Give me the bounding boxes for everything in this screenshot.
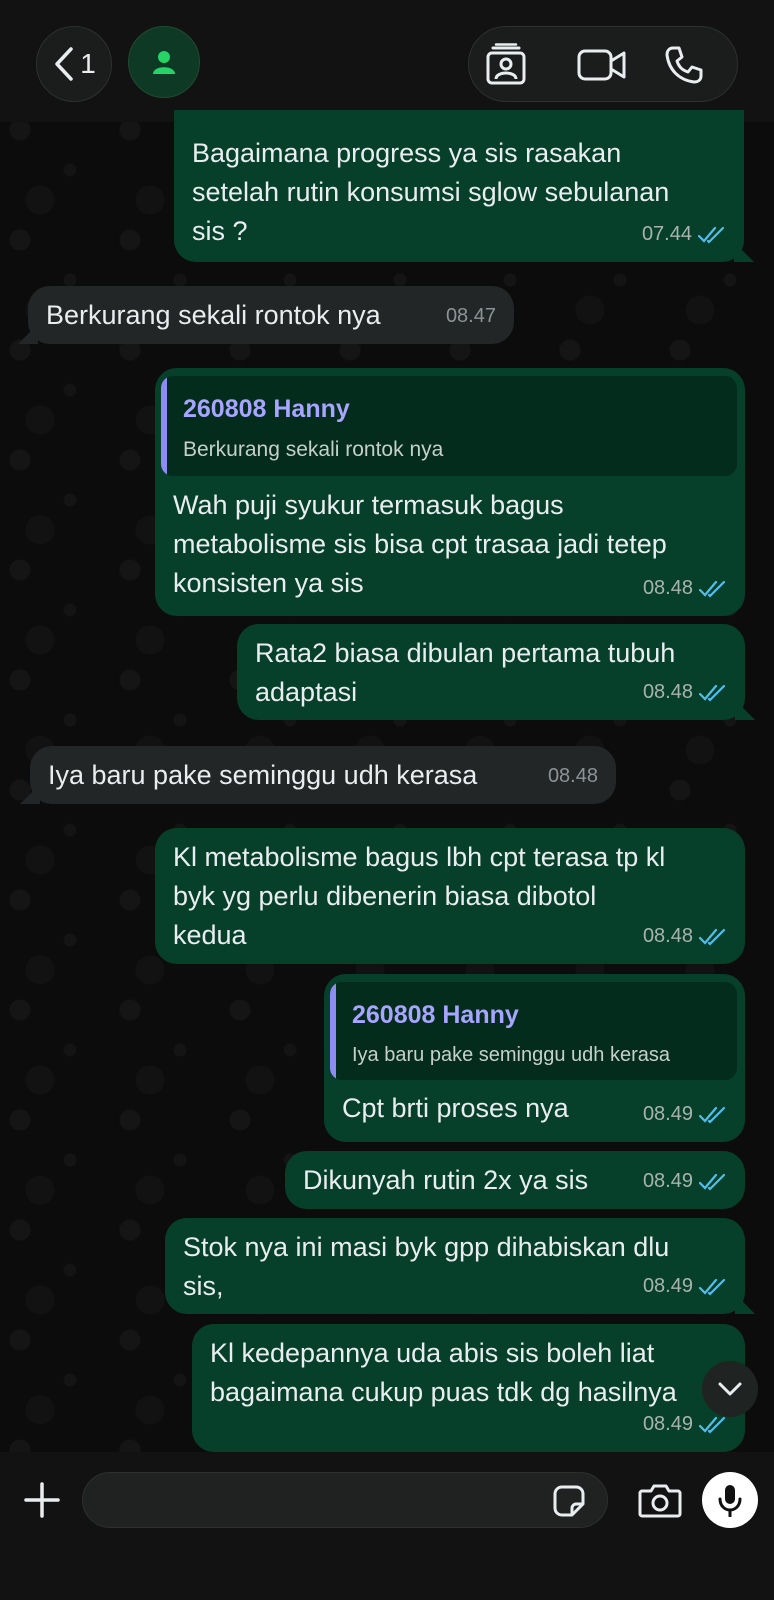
- message-meta: 08.48: [643, 569, 727, 608]
- message-bubble-outgoing[interactable]: Kl kedepannya uda abis sis boleh liat ba…: [192, 1324, 745, 1452]
- scroll-to-bottom-button[interactable]: [702, 1361, 758, 1417]
- unread-count: 1: [80, 48, 96, 79]
- quote-accent-bar: [161, 376, 167, 476]
- message-text: Berkurang sekali rontok nya: [46, 300, 381, 330]
- message-bubble-outgoing[interactable]: Kl metabolisme bagus lbh cpt terasa tp k…: [155, 828, 745, 964]
- double-check-icon: [699, 580, 726, 598]
- message-bubble-outgoing[interactable]: Dikunyah rutin 2x ya sis 08.49: [285, 1151, 745, 1209]
- message-time: 08.49: [642, 1275, 693, 1297]
- double-check-icon: [699, 928, 726, 946]
- double-check-icon: [698, 226, 725, 244]
- quoted-message[interactable]: 260808 Hanny Berkurang sekali rontok nya: [161, 376, 737, 476]
- message-bubble-outgoing[interactable]: 260808 Hanny Iya baru pake seminggu udh …: [324, 974, 745, 1142]
- quote-author: 260808 Hanny: [352, 1001, 519, 1029]
- message-composer: [0, 1452, 774, 1600]
- message-meta: 08.47: [446, 297, 496, 336]
- person-icon: [153, 51, 175, 74]
- message-time: 07.44: [641, 223, 692, 245]
- message-input[interactable]: [82, 1472, 608, 1528]
- quote-author: 260808 Hanny: [183, 395, 350, 423]
- message-time: 08.48: [642, 577, 693, 599]
- message-bubble-outgoing[interactable]: Stok nya ini masi byk gpp dihabiskan dlu…: [165, 1218, 755, 1314]
- call-actions: [468, 26, 738, 102]
- attach-button[interactable]: [20, 1478, 64, 1522]
- message-time: 08.49: [642, 1103, 693, 1125]
- quote-text: Berkurang sekali rontok nya: [183, 438, 444, 461]
- double-check-icon: [699, 1278, 726, 1296]
- message-meta: 08.49: [643, 1267, 727, 1306]
- contact-card-button[interactable]: [471, 27, 541, 103]
- message-time: 08.48: [642, 925, 693, 947]
- message-meta: 08.48: [643, 673, 727, 712]
- message-meta: 08.48: [548, 757, 598, 796]
- sticker-icon: [553, 1485, 585, 1517]
- message-time: 08.47: [445, 305, 496, 327]
- chevron-left-icon: [55, 47, 73, 81]
- voice-message-button[interactable]: [702, 1472, 758, 1528]
- plus-icon: [24, 1482, 60, 1518]
- back-button[interactable]: 1: [36, 26, 112, 102]
- voice-call-button[interactable]: [649, 27, 719, 103]
- message-meta: 08.48: [643, 917, 727, 956]
- message-bubble-incoming[interactable]: Iya baru pake seminggu udh kerasa 08.48: [20, 746, 616, 804]
- message-meta: 08.49: [643, 1162, 727, 1201]
- message-meta: 07.44: [642, 215, 726, 254]
- message-time: 08.49: [642, 1170, 693, 1192]
- contact-card-icon: [486, 43, 526, 85]
- avatar[interactable]: [128, 26, 200, 98]
- quote-accent-bar: [330, 982, 336, 1080]
- quoted-message[interactable]: 260808 Hanny Iya baru pake seminggu udh …: [330, 982, 737, 1080]
- message-text: Kl kedepannya uda abis sis boleh liat ba…: [210, 1338, 677, 1407]
- message-time: 08.48: [642, 681, 693, 703]
- camera-icon: [638, 1484, 682, 1518]
- message-bubble-incoming[interactable]: Berkurang sekali rontok nya 08.47: [18, 286, 514, 344]
- video-call-button[interactable]: [567, 27, 637, 103]
- double-check-icon: [699, 1173, 726, 1191]
- camera-button[interactable]: [636, 1478, 684, 1522]
- chat-header: 1: [0, 0, 774, 122]
- message-bubble-outgoing[interactable]: Rata2 biasa dibulan pertama tubuh adapta…: [237, 624, 755, 720]
- sticker-button[interactable]: [550, 1482, 588, 1520]
- message-bubble-outgoing[interactable]: Bagaimana progress ya sis rasakan setela…: [174, 110, 754, 262]
- message-text: Iya baru pake seminggu udh kerasa: [48, 760, 478, 790]
- video-call-icon: [577, 49, 626, 81]
- message-time: 08.49: [642, 1413, 693, 1435]
- chevron-down-icon: [718, 1382, 742, 1396]
- phone-icon: [665, 46, 703, 84]
- message-bubble-outgoing[interactable]: 260808 Hanny Berkurang sekali rontok nya…: [155, 368, 745, 616]
- quote-text: Iya baru pake seminggu udh kerasa: [352, 1044, 670, 1066]
- double-check-icon: [699, 684, 726, 702]
- double-check-icon: [699, 1106, 726, 1124]
- microphone-icon: [718, 1485, 742, 1517]
- message-time: 08.48: [547, 765, 598, 787]
- message-meta: 08.49: [643, 1095, 727, 1134]
- double-check-icon: [699, 1416, 726, 1434]
